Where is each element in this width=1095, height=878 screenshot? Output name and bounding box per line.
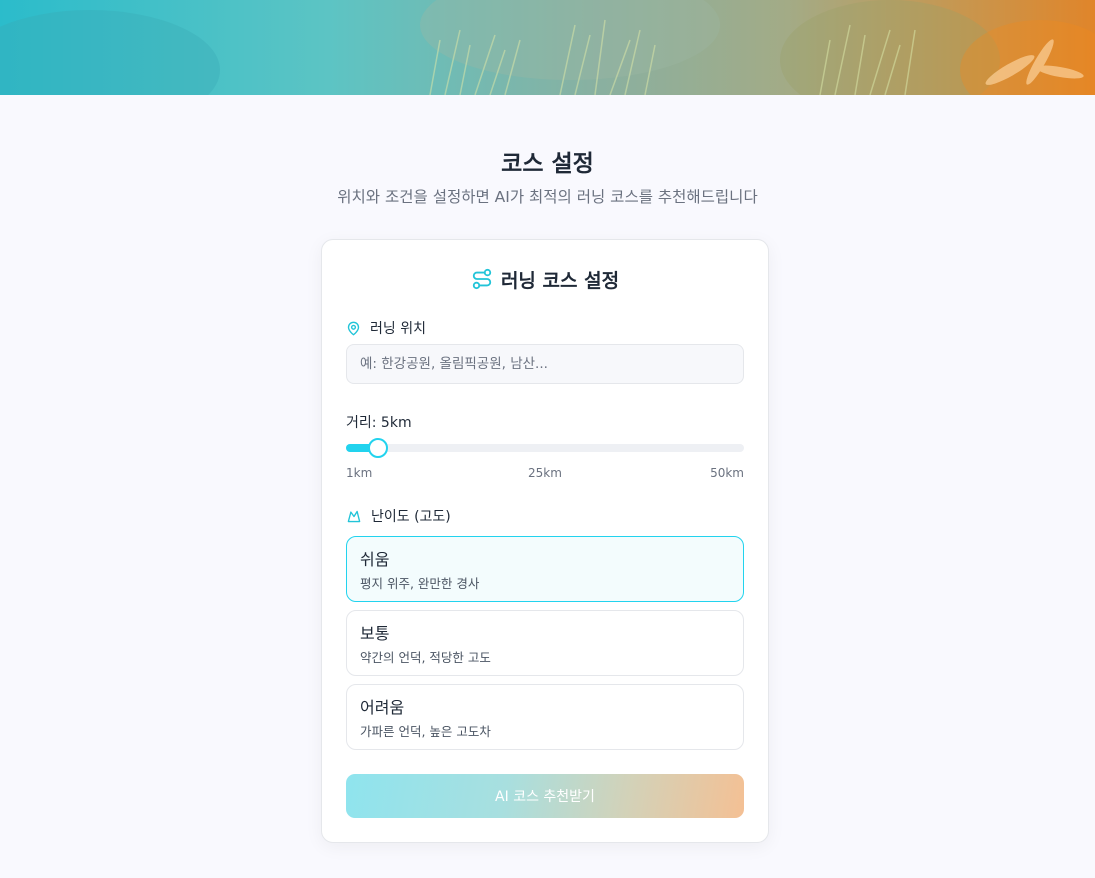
location-input[interactable]: [346, 344, 744, 384]
map-pin-icon: [346, 321, 361, 336]
distance-slider-thumb[interactable]: [368, 438, 389, 458]
distance-label: 거리: 5km: [346, 415, 412, 431]
difficulty-label-row: 난이도 (고도): [346, 506, 451, 526]
difficulty-label: 난이도 (고도): [371, 509, 451, 525]
location-label: 러닝 위치: [370, 321, 426, 337]
route-icon: [471, 268, 493, 290]
distance-tick-mid: 25km: [528, 466, 562, 480]
mountain-icon: [346, 509, 362, 524]
page-title: 코스 설정: [501, 151, 594, 177]
difficulty-option-normal[interactable]: 보통 약간의 언덕, 적당한 고도: [346, 610, 744, 676]
page-subtitle: 위치와 조건을 설정하면 AI가 최적의 러닝 코스를 추천해드립니다: [337, 188, 758, 206]
card-title: 러닝 코스 설정: [500, 269, 620, 292]
option-title: 어려움: [360, 698, 405, 717]
card-header: 러닝 코스 설정: [322, 266, 768, 292]
course-settings-card: 러닝 코스 설정 러닝 위치 거리: 5km 1km 25km 50km 난이도…: [321, 239, 769, 843]
difficulty-option-hard[interactable]: 어려움 가파른 언덕, 높은 고도차: [346, 684, 744, 750]
distance-slider[interactable]: [346, 438, 744, 458]
ai-recommend-button[interactable]: AI 코스 추천받기: [346, 774, 744, 818]
difficulty-option-easy[interactable]: 쉬움 평지 위주, 완만한 경사: [346, 536, 744, 602]
option-description: 약간의 언덕, 적당한 고도: [360, 650, 491, 665]
distance-tick-min: 1km: [346, 466, 373, 480]
distance-tick-max: 50km: [710, 466, 744, 480]
option-description: 가파른 언덕, 높은 고도차: [360, 724, 491, 739]
location-label-row: 러닝 위치: [346, 318, 426, 338]
hero-banner-image: [0, 0, 1095, 95]
option-title: 보통: [360, 624, 390, 643]
option-description: 평지 위주, 완만한 경사: [360, 576, 480, 591]
option-title: 쉬움: [360, 550, 390, 569]
